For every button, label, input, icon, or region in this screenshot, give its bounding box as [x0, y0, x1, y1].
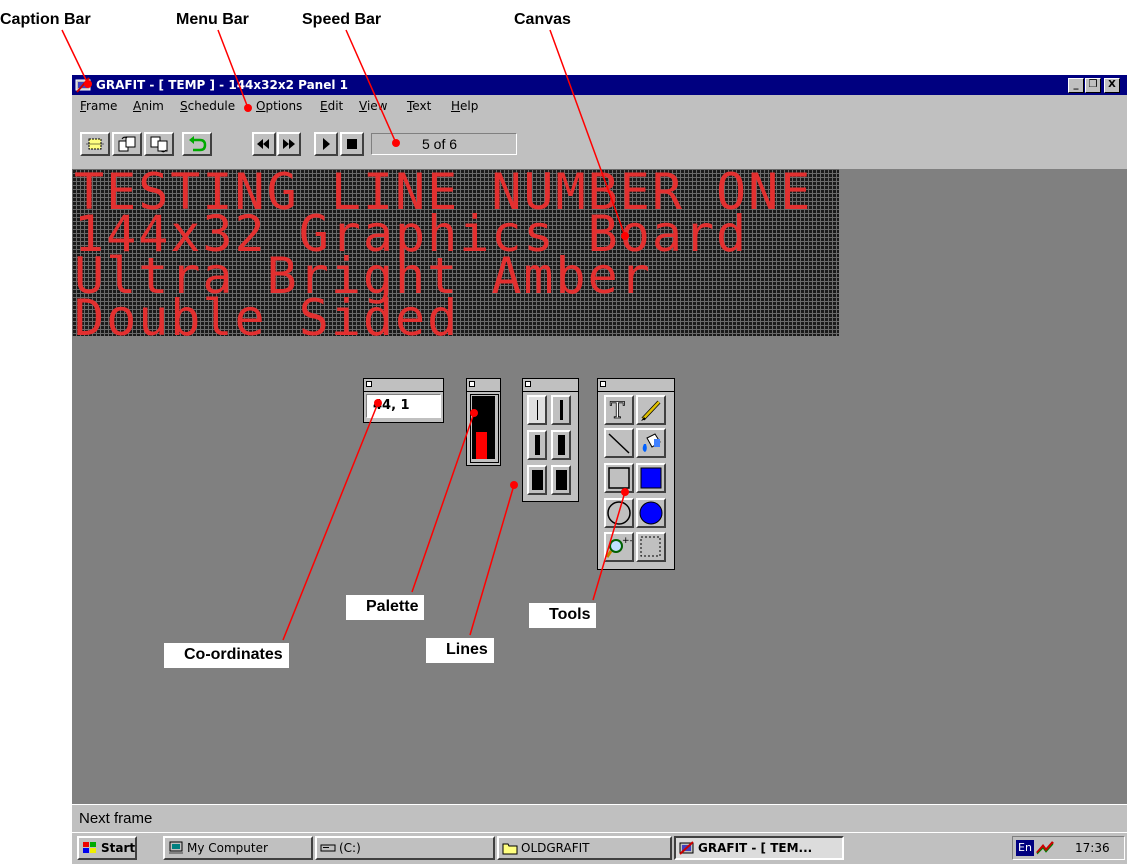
- tray-status-icon[interactable]: [1036, 841, 1054, 855]
- taskbar-item-label: GRAFIT - [ TEM...: [698, 841, 813, 855]
- taskbar-oldgrafit[interactable]: OLDGRAFIT: [497, 836, 672, 860]
- taskbar-item-label: (C:): [339, 841, 361, 855]
- taskbar-item-label: OLDGRAFIT: [521, 841, 590, 855]
- callout-coordinates: Co-ordinates: [164, 643, 289, 668]
- callout-lines: Lines: [426, 638, 494, 663]
- callout-palette: Palette: [346, 595, 425, 620]
- windows-logo-icon: [83, 842, 96, 853]
- taskbar-my-computer[interactable]: My Computer: [163, 836, 313, 860]
- folder-icon: [502, 843, 518, 855]
- status-bar: Next frame: [72, 804, 1127, 833]
- callout-tools: Tools: [529, 603, 597, 628]
- drive-icon: [320, 844, 336, 852]
- taskbar-drive-c[interactable]: (C:): [315, 836, 495, 860]
- taskbar: Start My Computer (C:) OLDGRAFIT GRAFIT …: [72, 832, 1127, 864]
- start-label: Start: [101, 841, 136, 855]
- taskbar-item-label: My Computer: [187, 841, 268, 855]
- clock[interactable]: 17:36: [1075, 841, 1110, 855]
- start-button[interactable]: Start: [77, 836, 137, 860]
- language-indicator[interactable]: En: [1016, 840, 1034, 856]
- taskbar-grafit[interactable]: GRAFIT - [ TEM...: [674, 836, 844, 860]
- computer-icon: [169, 841, 183, 854]
- grafit-app-icon: [679, 841, 694, 855]
- status-text: Next frame: [79, 810, 153, 827]
- callout-lines: [61, 29, 629, 641]
- system-tray: En 17:36: [1012, 836, 1125, 860]
